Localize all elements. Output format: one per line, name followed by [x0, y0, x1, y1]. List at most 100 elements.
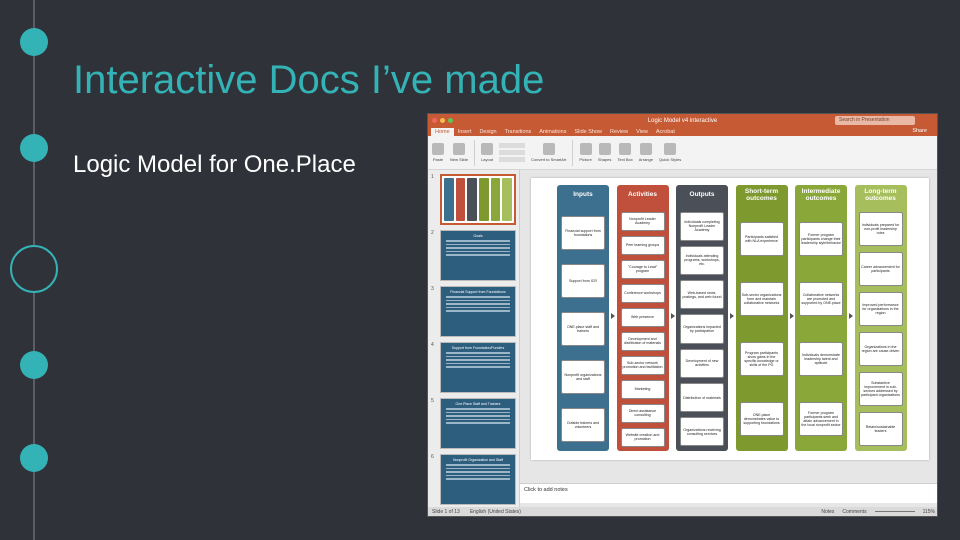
logic-model-box[interactable]: Program participants show gains in the s…	[739, 342, 784, 376]
logic-model-box[interactable]: Peer learning groups	[620, 235, 665, 255]
ribbon-tool-icon	[579, 143, 592, 155]
slide-thumbnail[interactable]: Nonprofit Organization and Staff	[440, 454, 516, 505]
logic-model-box[interactable]: Website creation and promotion	[620, 427, 665, 447]
thumbnail-text-line	[446, 352, 510, 354]
logic-model-column: Long-term outcomes Individuals prepared f…	[854, 185, 907, 451]
logic-model-box[interactable]: Financial support from foundations	[561, 216, 605, 250]
logic-model-box[interactable]: Former program participants change their…	[799, 222, 843, 256]
ribbon-toolbar: Paste New Slide Layout Convert to SmartArt P…	[428, 136, 937, 170]
ribbon-button-convert-to-smartart[interactable]: Convert to SmartArt	[531, 143, 566, 162]
ribbon-tool-icon	[432, 143, 444, 155]
font-control[interactable]	[499, 157, 526, 162]
ribbon-tabs: Home Insert Design Transitions Animations Sli…	[428, 127, 937, 136]
logic-model-box[interactable]: Improved performance for organizations i…	[858, 292, 903, 326]
font-control[interactable]	[499, 150, 526, 155]
logic-model-box[interactable]: Organizations in the region are cause-dr…	[858, 332, 903, 366]
ribbon-button-new-slide[interactable]: New Slide	[450, 143, 468, 162]
ribbon-button-label: Shapes	[597, 157, 612, 162]
logic-model-box[interactable]: Individuals completing Nonprofit Leader …	[680, 211, 724, 241]
logic-model-box[interactable]: Former program participants seek and att…	[799, 402, 843, 436]
comments-toggle-button[interactable]: Comments	[842, 509, 866, 515]
zoom-window-icon[interactable]	[448, 118, 453, 123]
logic-model-box[interactable]: Development of new activities	[680, 348, 724, 378]
minimize-window-icon[interactable]	[440, 118, 445, 123]
logic-model-column: Inputs Financial support from foundations…	[557, 185, 609, 451]
zoom-level: 115%	[922, 508, 935, 515]
logic-model-box[interactable]: Substantive improvement in sub-sectors a…	[858, 372, 903, 406]
logic-model-box[interactable]: Web-based news, postings, and web found	[680, 280, 724, 310]
ribbon-button-text-box[interactable]: Text Box	[617, 143, 633, 162]
logic-model-box[interactable]: Conference workshops	[620, 283, 665, 303]
notes-toggle-button[interactable]: Notes	[821, 509, 834, 515]
logic-model-column: Short-term outcomes Participants satisfie…	[735, 185, 788, 451]
logic-model-box[interactable]: Participants satisfied with NLA experien…	[739, 222, 784, 256]
ribbon-button-picture[interactable]: Picture	[579, 143, 592, 162]
logic-model-box[interactable]: Distribution of materials	[680, 382, 724, 413]
slide-thumbnail[interactable]: Support from Foundation/Funders	[440, 342, 516, 393]
slide-thumbnail[interactable]	[440, 174, 516, 225]
thumbnail-number: 2	[431, 230, 434, 236]
slide-thumbnails-pane[interactable]: 1 2 Goals 3 Financial Support from Foundatio…	[428, 170, 520, 509]
tab-transitions[interactable]: Transitions	[501, 128, 536, 136]
ribbon-button-paste[interactable]: Paste	[432, 143, 444, 162]
slide-thumbnail[interactable]: One.Place Staff and Trainers	[440, 398, 516, 449]
logic-model-box[interactable]: Sub-sector organizations form and mainta…	[739, 282, 784, 316]
logic-model-box[interactable]: Career advancement for participants	[858, 252, 903, 286]
logic-model-box[interactable]: Retain/sustainable leaders	[858, 412, 903, 446]
ribbon-button-quick-styles[interactable]: Quick Styles	[659, 143, 681, 162]
logic-model-box[interactable]: Collaborative networks are promoted and …	[799, 282, 843, 316]
close-window-icon[interactable]	[432, 118, 437, 123]
thumbnail-preview	[442, 176, 514, 223]
slide-canvas[interactable]: Inputs Financial support from foundations…	[531, 178, 929, 460]
ribbon-button-layout[interactable]: Layout	[481, 143, 493, 162]
logic-model-box[interactable]: Organizations impacted by participation	[680, 314, 724, 344]
logic-model-box[interactable]: Direct assistance consulting	[620, 403, 665, 423]
logic-model-box[interactable]: ONE.place demonstrates value to supporti…	[739, 402, 784, 436]
timeline-dot-2	[20, 134, 48, 162]
tab-animations[interactable]: Animations	[535, 128, 570, 136]
ribbon-button-label: Picture	[579, 157, 592, 162]
logic-model-box[interactable]: Web presence	[620, 307, 665, 327]
logic-model-box[interactable]: Nonprofit Leader Academy	[620, 211, 665, 231]
thumbnail-number: 5	[431, 398, 434, 404]
tab-review[interactable]: Review	[606, 128, 632, 136]
tab-home[interactable]: Home	[431, 128, 454, 136]
notes-field[interactable]: Click to add notes	[520, 483, 937, 503]
logic-model-box[interactable]: "Courage to Lead" program	[620, 259, 665, 279]
thumbnail-text-line	[446, 247, 510, 249]
tab-design[interactable]: Design	[475, 128, 500, 136]
logic-model-box[interactable]: Support from ICR	[561, 264, 605, 298]
logic-model-box[interactable]: Development and distribution of material…	[620, 331, 665, 351]
logic-model-box[interactable]: Individuals demonstrate leadership talen…	[799, 342, 843, 376]
ribbon-button-label: Paste	[432, 157, 444, 162]
slide-thumbnail[interactable]: Financial Support from Foundations	[440, 286, 516, 337]
tab-insert[interactable]: Insert	[454, 128, 476, 136]
slide-thumbnail[interactable]: Goals	[440, 230, 516, 281]
ribbon-button-arrange[interactable]: Arrange	[639, 143, 653, 162]
flow-arrow-icon	[670, 313, 675, 319]
logic-model-box[interactable]: Individuals attending programs, workshop…	[680, 245, 724, 276]
tab-acrobat[interactable]: Acrobat	[652, 128, 679, 136]
ribbon-button-shapes[interactable]: Shapes	[597, 143, 612, 162]
share-button[interactable]: Share	[912, 128, 927, 134]
logic-model-box[interactable]: Sub-sector network promotion and facilit…	[620, 355, 665, 375]
logic-model-box[interactable]: Nonprofit organizations and staff	[561, 360, 605, 394]
column-header: Short-term outcomes	[744, 187, 779, 202]
tab-view[interactable]: View	[632, 128, 652, 136]
column-header: Outputs	[689, 191, 715, 199]
logic-model-box[interactable]: Organizations receiving consulting servi…	[680, 417, 724, 447]
search-input[interactable]: Search in Presentation	[835, 116, 915, 125]
logic-model-box[interactable]: Outside trainers and volunteers	[561, 408, 605, 442]
column-header: Long-term outcomes	[864, 187, 897, 202]
thumbnail-column	[502, 178, 513, 221]
timeline-ring	[10, 245, 58, 293]
font-controls[interactable]	[499, 143, 526, 162]
tab-slide-show[interactable]: Slide Show	[570, 128, 606, 136]
thumbnail-text-line	[446, 366, 510, 368]
flow-arrow-icon	[730, 313, 734, 319]
zoom-slider[interactable]	[874, 510, 915, 513]
logic-model-box[interactable]: ONE.place staff and trainers	[561, 312, 605, 346]
font-control[interactable]	[499, 143, 526, 148]
logic-model-box[interactable]: Marketing	[620, 379, 665, 399]
logic-model-box[interactable]: Individuals prepared for non-profit lead…	[858, 212, 903, 246]
